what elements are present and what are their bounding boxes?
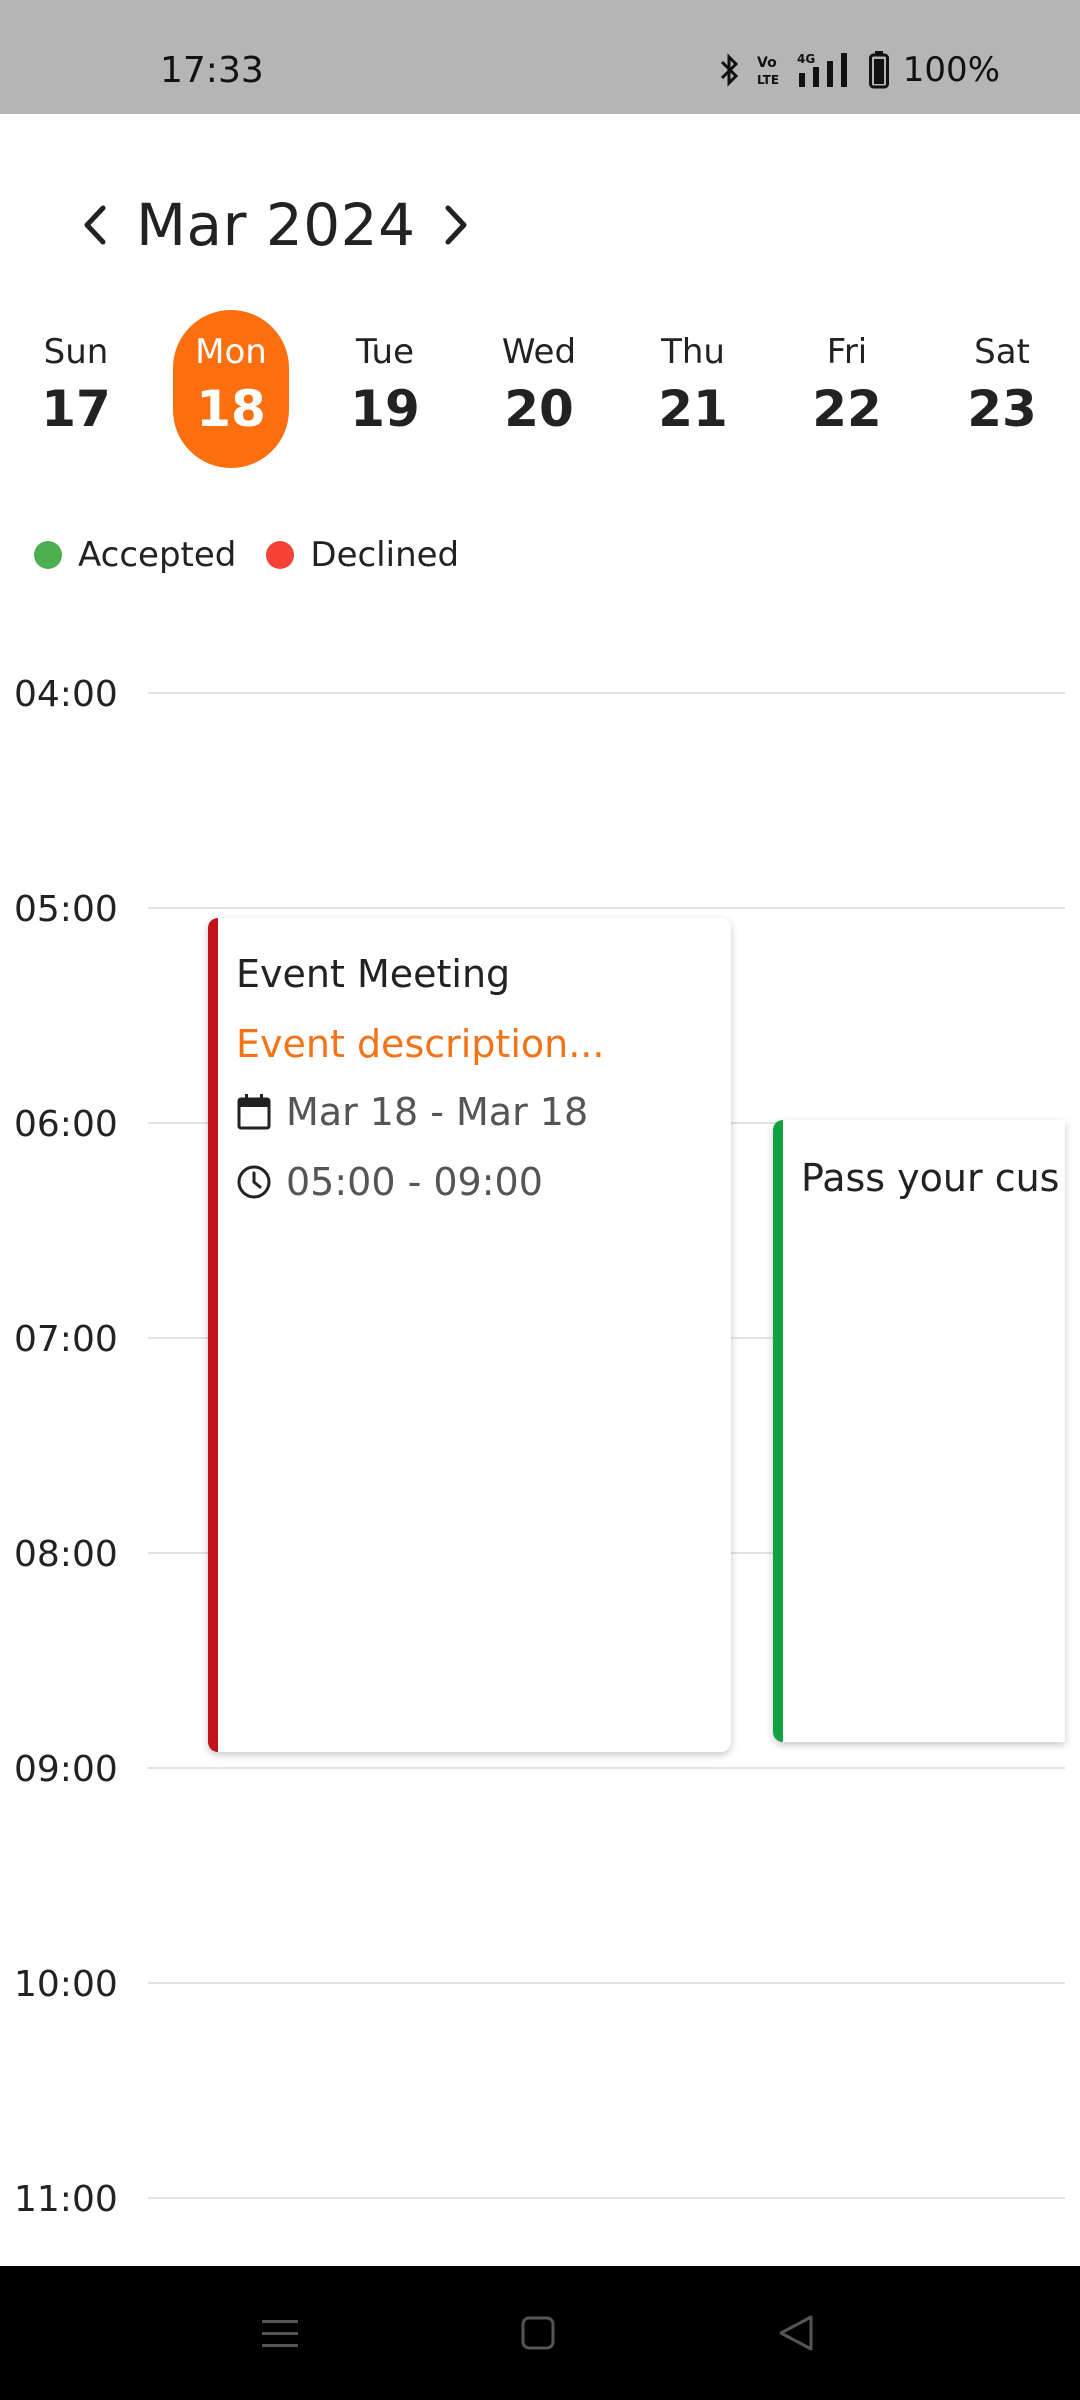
volte-icon: Vo LTE	[755, 52, 783, 88]
event-title: Event Meeting	[236, 952, 511, 996]
hour-label: 06:00	[14, 1104, 118, 1145]
battery-icon	[868, 51, 889, 89]
day-mon-selected[interactable]: Mon 18	[173, 310, 289, 468]
hour-divider	[148, 907, 1065, 909]
day-name: Thu	[661, 332, 725, 372]
status-time: 17:33	[160, 50, 264, 91]
status-legend: Accepted Declined	[34, 535, 459, 575]
declined-dot-icon	[266, 541, 295, 569]
battery-percentage: 100%	[902, 50, 1000, 90]
svg-text:LTE: LTE	[757, 73, 779, 87]
legend-declined: Declined	[266, 535, 459, 575]
day-timeline[interactable]: 04:00 05:00 06:00 07:00 08:00 09:00 10:0…	[0, 640, 1080, 2265]
chevron-left-icon[interactable]	[80, 203, 110, 247]
hour-label: 08:00	[14, 1534, 118, 1575]
day-fri[interactable]: Fri 22	[789, 310, 905, 468]
event-time-row: 05:00 - 09:00	[236, 1160, 543, 1204]
day-thu[interactable]: Thu 21	[635, 310, 751, 468]
system-nav-bar	[0, 2266, 1080, 2400]
day-number: 20	[504, 380, 574, 438]
status-icons: Vo LTE 4G 100%	[719, 48, 1000, 92]
event-title: Pass your cus	[801, 1156, 1060, 1200]
legend-declined-label: Declined	[310, 535, 460, 575]
day-name: Mon	[195, 332, 267, 372]
hour-label: 10:00	[14, 1964, 118, 2005]
signal-4g-icon: 4G	[797, 51, 855, 89]
day-name: Fri	[826, 332, 868, 372]
day-number: 19	[350, 380, 420, 438]
month-header: Mar 2024	[80, 190, 471, 260]
hour-label: 04:00	[14, 674, 118, 715]
event-times: 05:00 - 09:00	[286, 1160, 543, 1204]
day-number: 21	[658, 380, 728, 438]
day-sun[interactable]: Sun 17	[18, 310, 134, 468]
accepted-dot-icon	[34, 541, 62, 569]
event-status-bar	[773, 1120, 783, 1742]
event-card-meeting[interactable]: Event Meeting Event description... Mar 1…	[208, 918, 731, 1752]
event-card-secondary[interactable]: Pass your cus	[773, 1120, 1065, 1742]
hour-label: 05:00	[14, 889, 118, 930]
clock-icon	[236, 1164, 272, 1200]
calendar-icon	[236, 1093, 272, 1131]
hour-divider	[148, 692, 1065, 694]
hour-label: 07:00	[14, 1319, 118, 1360]
hour-divider	[148, 1982, 1065, 1984]
event-status-bar	[208, 918, 218, 1752]
day-number: 23	[967, 380, 1037, 438]
home-square-icon[interactable]	[508, 2306, 568, 2360]
day-number: 22	[812, 380, 882, 438]
day-name: Sat	[974, 332, 1030, 372]
week-strip: Sun 17 Mon 18 Tue 19 Wed 20 Thu 21 Fri 2…	[0, 310, 1080, 470]
bluetooth-icon	[719, 53, 741, 87]
day-name: Sun	[43, 332, 109, 372]
day-wed[interactable]: Wed 20	[481, 310, 597, 468]
hour-divider	[148, 1767, 1065, 1769]
hour-divider	[148, 2197, 1065, 2199]
status-bar: 17:33 Vo LTE 4G 100%	[0, 0, 1080, 114]
hour-label: 11:00	[14, 2179, 118, 2220]
event-dates: Mar 18 - Mar 18	[286, 1090, 589, 1134]
day-name: Wed	[501, 332, 577, 372]
day-number: 17	[41, 380, 111, 438]
hour-label: 09:00	[14, 1749, 118, 1790]
legend-accepted-label: Accepted	[78, 535, 237, 575]
svg-text:Vo: Vo	[757, 55, 777, 71]
day-sat[interactable]: Sat 23	[944, 310, 1060, 468]
legend-accepted: Accepted	[34, 535, 236, 575]
day-name: Tue	[355, 332, 415, 372]
menu-icon[interactable]	[250, 2306, 310, 2360]
day-number: 18	[196, 380, 266, 438]
month-title: Mar 2024	[136, 191, 416, 259]
chevron-right-icon[interactable]	[441, 203, 471, 247]
event-description: Event description...	[236, 1022, 605, 1066]
svg-text:4G: 4G	[797, 52, 815, 66]
back-triangle-icon[interactable]	[766, 2306, 826, 2360]
event-date-row: Mar 18 - Mar 18	[236, 1090, 588, 1134]
day-tue[interactable]: Tue 19	[327, 310, 443, 468]
